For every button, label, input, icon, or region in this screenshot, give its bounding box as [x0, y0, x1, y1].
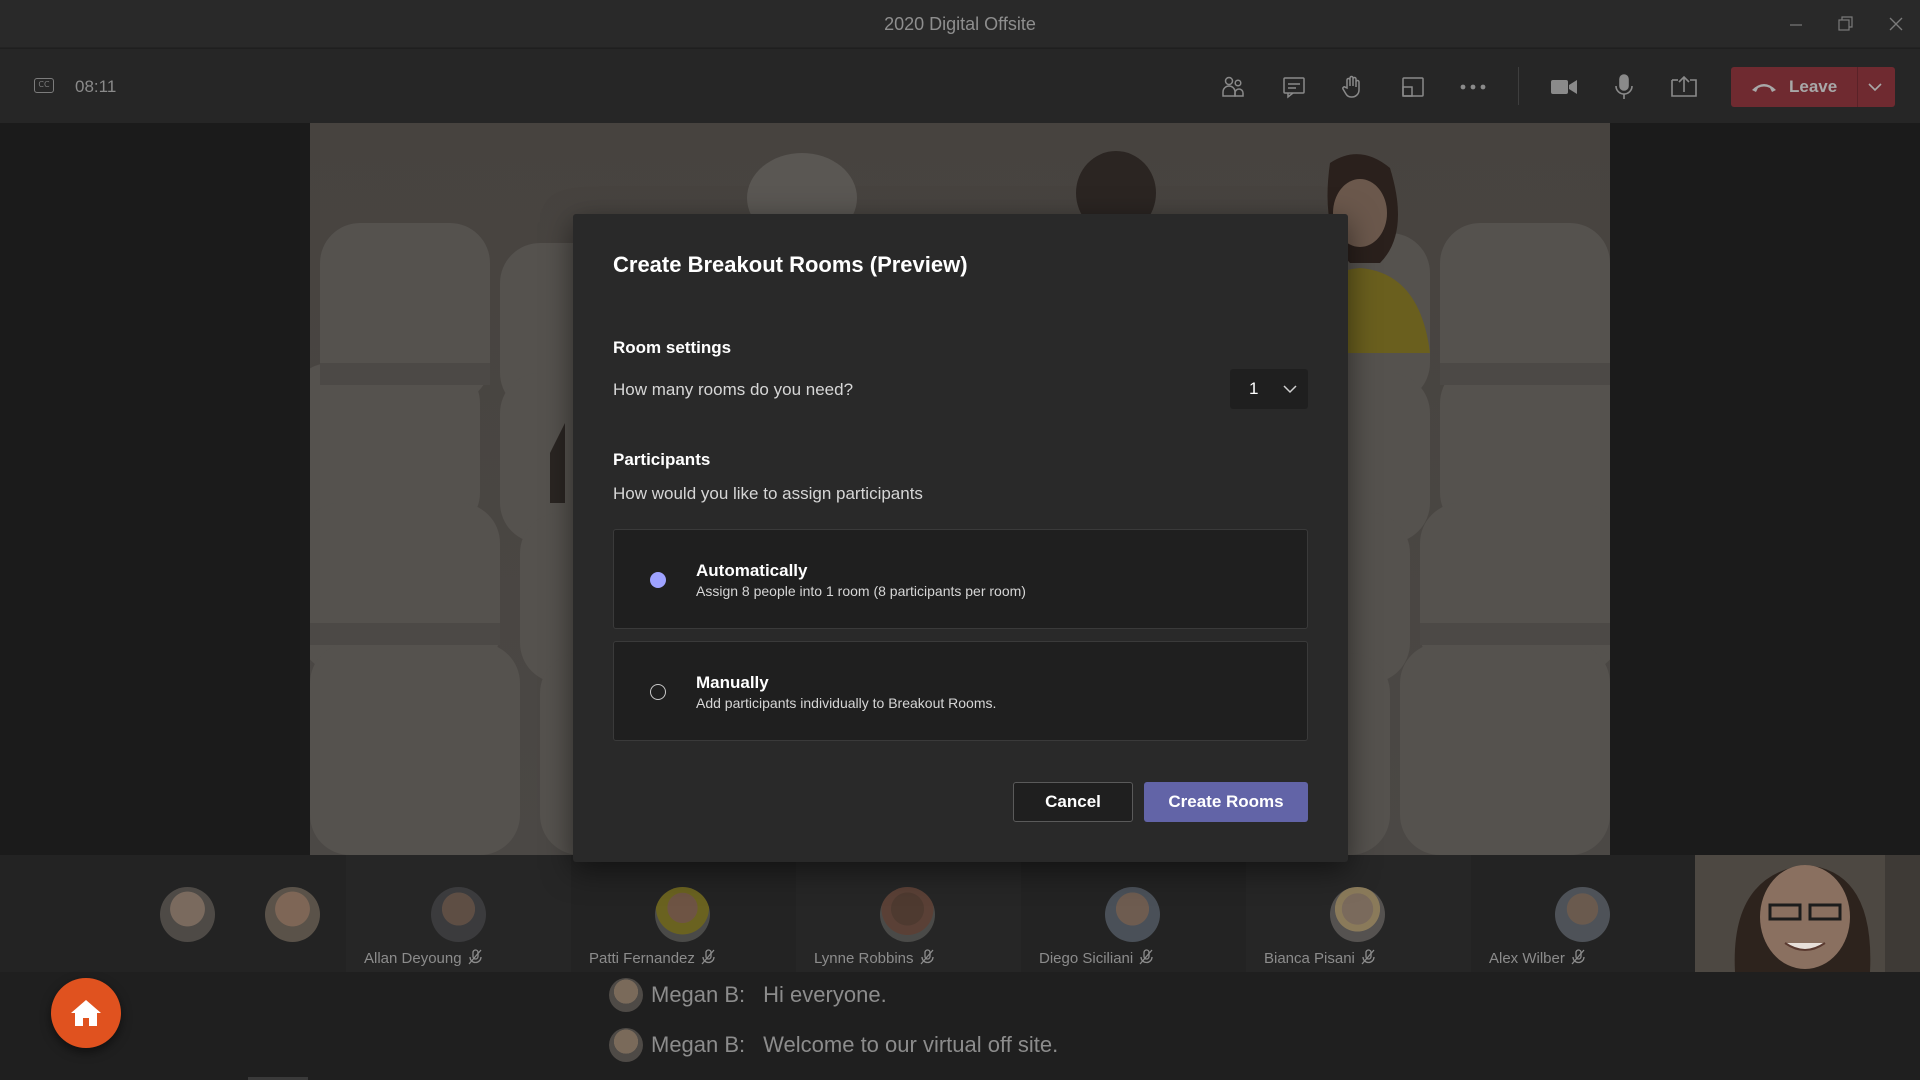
- assign-automatically-option[interactable]: Automatically Assign 8 people into 1 roo…: [613, 529, 1308, 629]
- cancel-button[interactable]: Cancel: [1013, 782, 1133, 822]
- radio-selected[interactable]: [650, 572, 666, 588]
- participants-heading: Participants: [613, 450, 711, 469]
- assign-question: How would you like to assign participant…: [613, 484, 923, 503]
- rooms-count-value: 1: [1249, 379, 1259, 398]
- create-breakout-rooms-dialog: Create Breakout Rooms (Preview) Room set…: [573, 214, 1348, 862]
- option-title: Automatically: [696, 561, 808, 580]
- room-settings-heading: Room settings: [613, 338, 732, 357]
- option-description: Add participants individually to Breakou…: [696, 695, 997, 711]
- create-rooms-button[interactable]: Create Rooms: [1144, 782, 1308, 822]
- teams-meeting-window: 2020 Digital Offsite CC 08:11 Leave Alla…: [0, 0, 1920, 1080]
- chevron-down-icon: [1282, 382, 1298, 401]
- assign-manually-option[interactable]: Manually Add participants individually t…: [613, 641, 1308, 741]
- rooms-count-dropdown[interactable]: 1: [1230, 369, 1308, 409]
- radio-unselected[interactable]: [650, 684, 666, 700]
- rooms-question: How many rooms do you need?: [613, 380, 854, 399]
- dialog-title: Create Breakout Rooms (Preview): [613, 252, 968, 277]
- option-title: Manually: [696, 673, 769, 692]
- option-description: Assign 8 people into 1 room (8 participa…: [696, 583, 1026, 599]
